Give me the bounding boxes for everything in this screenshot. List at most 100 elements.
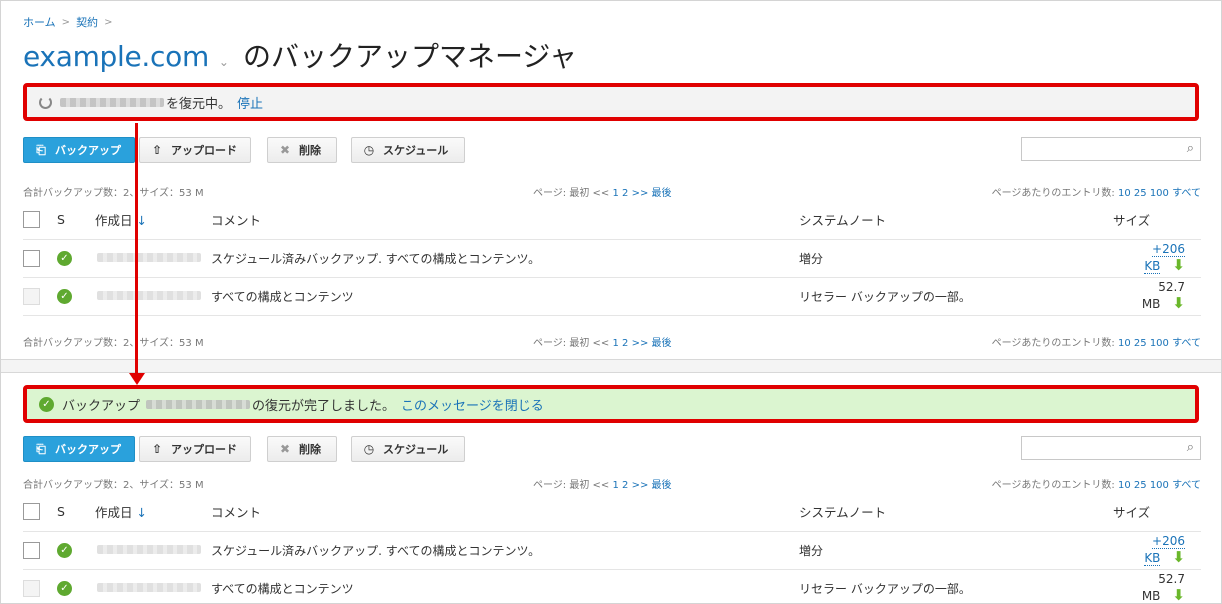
upload-button-label: アップロード: [171, 144, 237, 157]
row-system-note: 増分: [799, 531, 1113, 570]
check-circle-icon: ✓: [57, 289, 72, 304]
backup-button-label: バックアップ: [55, 144, 121, 157]
per-page-10[interactable]: 10: [1118, 338, 1131, 349]
per-page-100[interactable]: 100: [1150, 188, 1169, 199]
column-created[interactable]: 作成日 ↓: [95, 493, 211, 532]
domain-selector[interactable]: example.com: [23, 40, 209, 73]
search-icon[interactable]: ⌕: [1187, 440, 1194, 455]
backup-panel-completed: ✓ バックアップ の復元が完了しました。 このメッセージを閉じる ⎗ バックアッ…: [1, 373, 1221, 603]
delete-button[interactable]: ✖ 削除: [267, 137, 337, 163]
download-arrow-icon[interactable]: ⬇: [1172, 586, 1185, 603]
column-created-label: 作成日: [95, 213, 133, 229]
per-page-all[interactable]: すべて: [1172, 480, 1201, 491]
delete-button-label: 削除: [299, 144, 321, 157]
restore-complete-prefix: バックアップ: [62, 398, 141, 414]
per-page-100[interactable]: 100: [1150, 338, 1169, 349]
page-1-link[interactable]: 1: [612, 338, 618, 349]
per-page-100[interactable]: 100: [1150, 480, 1169, 491]
chevron-down-icon[interactable]: ⌄: [219, 55, 229, 69]
row-system-note: 増分: [799, 239, 1113, 278]
per-page-all[interactable]: すべて: [1172, 188, 1201, 199]
schedule-button-label: スケジュール: [383, 443, 449, 456]
per-page-all[interactable]: すべて: [1172, 338, 1201, 349]
search-input[interactable]: ⌕: [1021, 137, 1201, 161]
redacted-date[interactable]: [97, 253, 201, 262]
row-system-note: リセラー バックアップの一部。: [799, 277, 1113, 316]
redacted-date[interactable]: [97, 545, 201, 554]
pagination-first[interactable]: ページ: 最初 <<: [533, 188, 609, 199]
backup-table: S 作成日 ↓ コメント システムノート サイズ ✓ スケジュール済みバックアッ…: [23, 201, 1201, 316]
entries-per-page: ページあたりのエントリ数: 10 25 100 すべて: [992, 476, 1201, 491]
pagination-first[interactable]: ページ: 最初 <<: [533, 338, 609, 349]
download-arrow-icon[interactable]: ⬇: [1172, 256, 1185, 274]
redacted-date[interactable]: [97, 291, 201, 300]
pagination-last[interactable]: >> 最後: [632, 188, 672, 199]
schedule-button-label: スケジュール: [383, 144, 449, 157]
backup-icon: ⎗: [36, 142, 46, 157]
select-all-checkbox[interactable]: [23, 211, 40, 229]
check-circle-icon: ✓: [57, 581, 72, 596]
per-page-10[interactable]: 10: [1118, 480, 1131, 491]
per-page-25[interactable]: 25: [1134, 188, 1147, 199]
page-1-link[interactable]: 1: [612, 480, 618, 491]
backup-button-label: バックアップ: [55, 443, 121, 456]
schedule-button[interactable]: ◷ スケジュール: [351, 436, 465, 462]
row-checkbox[interactable]: [23, 249, 40, 267]
entries-per-page-label: ページあたりのエントリ数:: [991, 480, 1115, 491]
clock-icon: ◷: [363, 442, 375, 456]
entries-per-page: ページあたりのエントリ数: 10 25 100 すべて: [992, 334, 1201, 349]
column-system-note: システムノート: [799, 201, 1113, 240]
page-2-link[interactable]: 2: [622, 338, 628, 349]
download-arrow-icon[interactable]: ⬇: [1172, 548, 1185, 566]
select-all-checkbox[interactable]: [23, 503, 40, 521]
check-circle-icon: ✓: [39, 396, 54, 412]
backup-table: S 作成日 ↓ コメント システムノート サイズ ✓ スケジュール済みバックアッ…: [23, 493, 1201, 603]
column-comment: コメント: [211, 201, 799, 240]
search-icon[interactable]: ⌕: [1187, 141, 1194, 156]
breadcrumb-contract[interactable]: 契約: [76, 14, 98, 30]
table-row: ✓ すべての構成とコンテンツ リセラー バックアップの一部。 52.7 MB ⬇: [23, 277, 1201, 316]
backup-button[interactable]: ⎗ バックアップ: [23, 436, 135, 462]
check-circle-icon: ✓: [57, 251, 72, 266]
breadcrumb-home[interactable]: ホーム: [23, 14, 56, 30]
per-page-10[interactable]: 10: [1118, 188, 1131, 199]
delete-icon: ✖: [279, 143, 291, 157]
upload-icon: ⇧: [151, 442, 163, 456]
upload-button-label: アップロード: [171, 443, 237, 456]
column-size: サイズ: [1113, 201, 1201, 240]
delete-button[interactable]: ✖ 削除: [267, 436, 337, 462]
page-2-link[interactable]: 2: [622, 188, 628, 199]
column-created[interactable]: 作成日 ↓: [95, 201, 211, 240]
check-circle-icon: ✓: [57, 543, 72, 558]
sort-down-icon[interactable]: ↓: [137, 213, 147, 228]
redacted-filename: [60, 97, 164, 107]
sort-down-icon[interactable]: ↓: [137, 505, 147, 520]
schedule-button[interactable]: ◷ スケジュール: [351, 137, 465, 163]
pagination-first[interactable]: ページ: 最初 <<: [533, 480, 609, 491]
toolbar: ⎗ バックアップ ⇧ アップロード ✖ 削除 ◷ スケジュール ⌕: [23, 436, 1201, 464]
backup-panel-in-progress: ホーム > 契約 > example.com ⌄ のバックアップマネージャ を復…: [1, 1, 1221, 361]
upload-button[interactable]: ⇧ アップロード: [139, 436, 251, 462]
redacted-date[interactable]: [97, 583, 201, 592]
pagination-last[interactable]: >> 最後: [632, 338, 672, 349]
per-page-25[interactable]: 25: [1134, 338, 1147, 349]
upload-button[interactable]: ⇧ アップロード: [139, 137, 251, 163]
column-status: S: [57, 201, 95, 240]
download-arrow-icon[interactable]: ⬇: [1172, 294, 1185, 312]
breadcrumb-separator: >: [104, 16, 113, 28]
row-comment: すべての構成とコンテンツ: [211, 569, 799, 603]
delete-button-label: 削除: [299, 443, 321, 456]
pagination: ページ: 最初 << 1 2 >> 最後: [533, 184, 672, 199]
pager-bottom: 合計バックアップ数：2、サイズ：53 M ページ: 最初 << 1 2 >> 最…: [23, 334, 1201, 350]
close-message-link[interactable]: このメッセージを閉じる: [401, 395, 544, 414]
backup-total: 合計バックアップ数：2、サイズ：53 M: [23, 480, 204, 491]
search-input[interactable]: ⌕: [1021, 436, 1201, 460]
pagination-last[interactable]: >> 最後: [632, 480, 672, 491]
pager-top: 合計バックアップ数：2、サイズ：53 M ページ: 最初 << 1 2 >> 最…: [23, 476, 1201, 492]
page-1-link[interactable]: 1: [612, 188, 618, 199]
row-checkbox[interactable]: [23, 541, 40, 559]
per-page-25[interactable]: 25: [1134, 480, 1147, 491]
stop-restore-link[interactable]: 停止: [237, 93, 263, 112]
backup-button[interactable]: ⎗ バックアップ: [23, 137, 135, 163]
page-2-link[interactable]: 2: [622, 480, 628, 491]
